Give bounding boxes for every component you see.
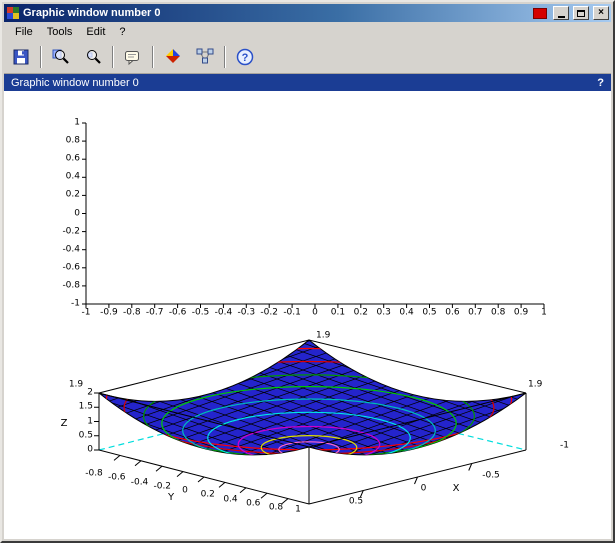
maximize-icon <box>577 10 585 17</box>
help-glyph: ? <box>242 52 249 64</box>
red-indicator <box>533 8 547 19</box>
surface-mesh <box>99 340 526 455</box>
app-icon <box>6 6 20 20</box>
infobar: Graphic window number 0 ? <box>4 74 611 91</box>
export-button[interactable] <box>8 44 34 70</box>
menu-file[interactable]: File <box>8 24 40 40</box>
close-button[interactable]: × <box>593 6 609 20</box>
zoom-out-button[interactable] <box>80 44 106 70</box>
menu-edit[interactable]: Edit <box>79 24 112 40</box>
plot-graphics <box>4 91 611 539</box>
toolbar-separator <box>224 46 226 68</box>
zoom-in-icon <box>51 47 71 67</box>
toolbar-separator <box>152 46 154 68</box>
zoom-in-button[interactable] <box>48 44 74 70</box>
infobar-title: Graphic window number 0 <box>11 77 597 89</box>
graphic-window: Graphic window number 0 × File Tools Edi… <box>0 0 615 543</box>
save-icon <box>11 47 31 67</box>
pan-button[interactable] <box>120 44 146 70</box>
menu-tools[interactable]: Tools <box>40 24 80 40</box>
pan-icon <box>123 47 143 67</box>
menubar: File Tools Edit ? <box>4 22 611 41</box>
window-title: Graphic window number 0 <box>23 7 530 19</box>
rotate-3d-icon <box>163 47 183 67</box>
graphics-canvas[interactable]: Z Y X 1.9 1.9 1.9 -1 1 10.80.60.40.20-0.… <box>4 91 611 539</box>
axes-2d <box>86 123 544 304</box>
help-icon: ? <box>235 47 255 67</box>
zoom-out-icon <box>83 47 103 67</box>
graph-editor-button[interactable] <box>192 44 218 70</box>
minimize-button[interactable] <box>553 6 569 20</box>
help-button[interactable]: ? <box>232 44 258 70</box>
titlebar[interactable]: Graphic window number 0 × <box>4 4 611 22</box>
infobar-help-icon[interactable]: ? <box>597 77 604 89</box>
menu-help[interactable]: ? <box>112 24 132 40</box>
toolbar: ? <box>4 41 611 74</box>
toolbar-separator <box>40 46 42 68</box>
rotate-3d-button[interactable] <box>160 44 186 70</box>
close-icon: × <box>598 8 604 18</box>
graph-editor-icon <box>195 47 215 67</box>
toolbar-separator <box>112 46 114 68</box>
maximize-button[interactable] <box>573 6 589 20</box>
minimize-icon <box>558 16 565 18</box>
